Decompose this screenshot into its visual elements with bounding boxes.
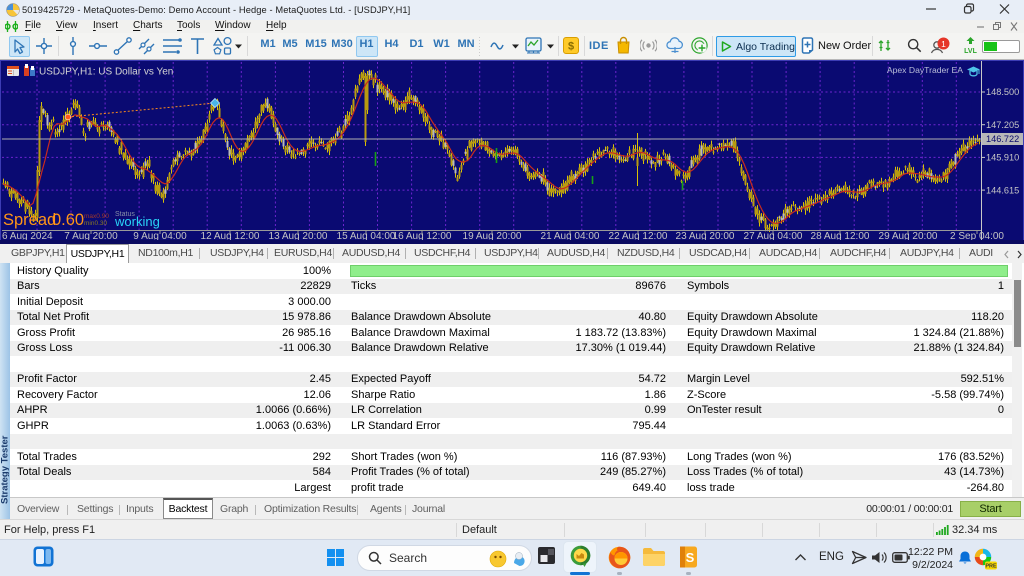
svg-text:Strategy Tester: Strategy Tester bbox=[0, 435, 9, 504]
svg-text:$: $ bbox=[568, 41, 574, 53]
svg-text:1: 1 bbox=[941, 39, 946, 49]
svg-text:146.722: 146.722 bbox=[986, 134, 1019, 144]
svg-text:144.615: 144.615 bbox=[986, 185, 1019, 195]
svg-text:0.60: 0.60 bbox=[52, 211, 84, 229]
svg-text:145.910: 145.910 bbox=[986, 153, 1019, 163]
svg-text:Apex DayTrader EA: Apex DayTrader EA bbox=[887, 65, 963, 75]
svg-text:working: working bbox=[114, 214, 160, 229]
svg-text:Spread: Spread bbox=[3, 211, 56, 229]
svg-text:min0.30: min0.30 bbox=[84, 220, 108, 227]
svg-text:PRE: PRE bbox=[985, 564, 997, 570]
svg-text:148.500: 148.500 bbox=[986, 87, 1019, 97]
svg-text:LVL: LVL bbox=[964, 48, 977, 55]
svg-text:S: S bbox=[686, 550, 695, 565]
svg-text:USDJPY,H1: US Dollar vs Yen: USDJPY,H1: US Dollar vs Yen bbox=[39, 67, 173, 78]
svg-text:max0.90: max0.90 bbox=[84, 213, 109, 220]
svg-text:147.205: 147.205 bbox=[986, 120, 1019, 130]
